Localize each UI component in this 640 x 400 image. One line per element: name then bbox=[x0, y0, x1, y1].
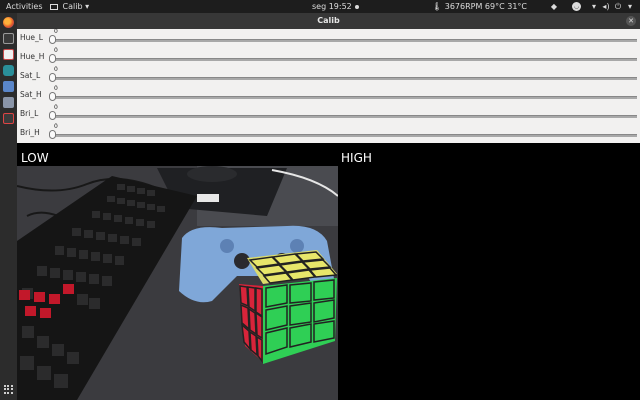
slider-label: Hue_H bbox=[20, 52, 45, 61]
dropbox-icon[interactable]: ◆ bbox=[543, 0, 565, 13]
dock bbox=[0, 13, 17, 400]
close-icon[interactable]: ✕ bbox=[626, 16, 636, 26]
app-window-icon bbox=[50, 3, 58, 10]
clock-label: seg 19:52 bbox=[312, 2, 352, 11]
slider-track[interactable] bbox=[52, 134, 637, 137]
slider-row-hue-l: Hue_L 0 bbox=[17, 28, 640, 48]
arduino-icon[interactable] bbox=[3, 65, 14, 76]
app-menu-label: Calib bbox=[62, 2, 83, 11]
slider-row-hue-h: Hue_H 0 bbox=[17, 47, 640, 67]
low-caption: LOW bbox=[21, 151, 49, 165]
trackbar-panel: Hue_L 0 Hue_H 0 Sat_L 0 Sat_H 0 Bri_L 0 … bbox=[17, 28, 640, 143]
slider-track[interactable] bbox=[52, 77, 637, 80]
slider-row-sat-l: Sat_L 0 bbox=[17, 66, 640, 86]
slider-handle[interactable] bbox=[49, 130, 56, 139]
slider-handle[interactable] bbox=[49, 111, 56, 120]
clock[interactable]: seg 19:52 bbox=[312, 0, 359, 13]
slider-track[interactable] bbox=[52, 39, 637, 42]
slider-handle[interactable] bbox=[49, 73, 56, 82]
top-panel: Activities Calib ▾ seg 19:52 🌡 3676RPM 6… bbox=[0, 0, 640, 13]
notification-dot-icon bbox=[354, 4, 359, 9]
slider-value: 0 bbox=[54, 47, 58, 54]
slider-handle[interactable] bbox=[49, 92, 56, 101]
thermometer-icon: 🌡 bbox=[432, 2, 443, 11]
sensors-label: 3676RPM 69°C 31°C bbox=[444, 2, 527, 11]
window-titlebar[interactable]: Calib ✕ bbox=[17, 13, 640, 29]
app-menu[interactable]: Calib ▾ bbox=[50, 0, 89, 13]
slider-row-bri-l: Bri_L 0 bbox=[17, 104, 640, 124]
slider-row-sat-h: Sat_H 0 bbox=[17, 85, 640, 105]
document-viewer-icon[interactable] bbox=[3, 49, 14, 60]
high-caption: HIGH bbox=[341, 151, 372, 165]
image-area: LOW HIGH bbox=[17, 143, 640, 400]
slider-label: Sat_L bbox=[20, 71, 41, 80]
slider-handle[interactable] bbox=[49, 35, 56, 44]
activities-button[interactable]: Activities bbox=[6, 0, 43, 13]
slider-label: Sat_H bbox=[20, 90, 42, 99]
chevron-down-icon[interactable]: ▾ bbox=[624, 0, 636, 13]
chat-icon[interactable]: ◡ bbox=[572, 2, 581, 11]
slider-label: Bri_L bbox=[20, 109, 39, 118]
slider-value: 0 bbox=[54, 104, 58, 111]
text-editor-icon[interactable] bbox=[3, 97, 14, 108]
sensors-indicator[interactable]: 🌡 3676RPM 69°C 31°C bbox=[432, 0, 527, 13]
volume-icon[interactable]: ◂) bbox=[600, 0, 612, 13]
wifi-icon[interactable]: ▾ bbox=[588, 0, 600, 13]
slider-value: 0 bbox=[54, 66, 58, 73]
slider-track[interactable] bbox=[52, 115, 637, 118]
slider-row-bri-h: Bri_H 0 bbox=[17, 123, 640, 143]
slider-value: 0 bbox=[54, 28, 58, 35]
power-icon[interactable]: ⏻ bbox=[612, 0, 624, 13]
slider-value: 0 bbox=[54, 123, 58, 130]
files-icon[interactable] bbox=[3, 81, 14, 92]
camera-frame-picture bbox=[17, 166, 338, 400]
show-applications-icon[interactable] bbox=[4, 385, 13, 394]
terminal-icon[interactable] bbox=[3, 33, 14, 44]
camera-frame bbox=[17, 166, 338, 400]
chevron-down-icon: ▾ bbox=[85, 2, 90, 11]
slider-track[interactable] bbox=[52, 96, 637, 99]
slider-track[interactable] bbox=[52, 58, 637, 61]
slider-value: 0 bbox=[54, 85, 58, 92]
slider-label: Hue_L bbox=[20, 33, 43, 42]
calib-window-icon[interactable] bbox=[3, 113, 14, 124]
system-tray: 🌡 3676RPM 69°C 31°C ◆ ◡ ▾ ◂) ⏻ ▾ bbox=[432, 0, 636, 13]
slider-handle[interactable] bbox=[49, 54, 56, 63]
window-title: Calib bbox=[317, 16, 340, 25]
firefox-icon[interactable] bbox=[3, 17, 14, 28]
slider-label: Bri_H bbox=[20, 128, 40, 137]
